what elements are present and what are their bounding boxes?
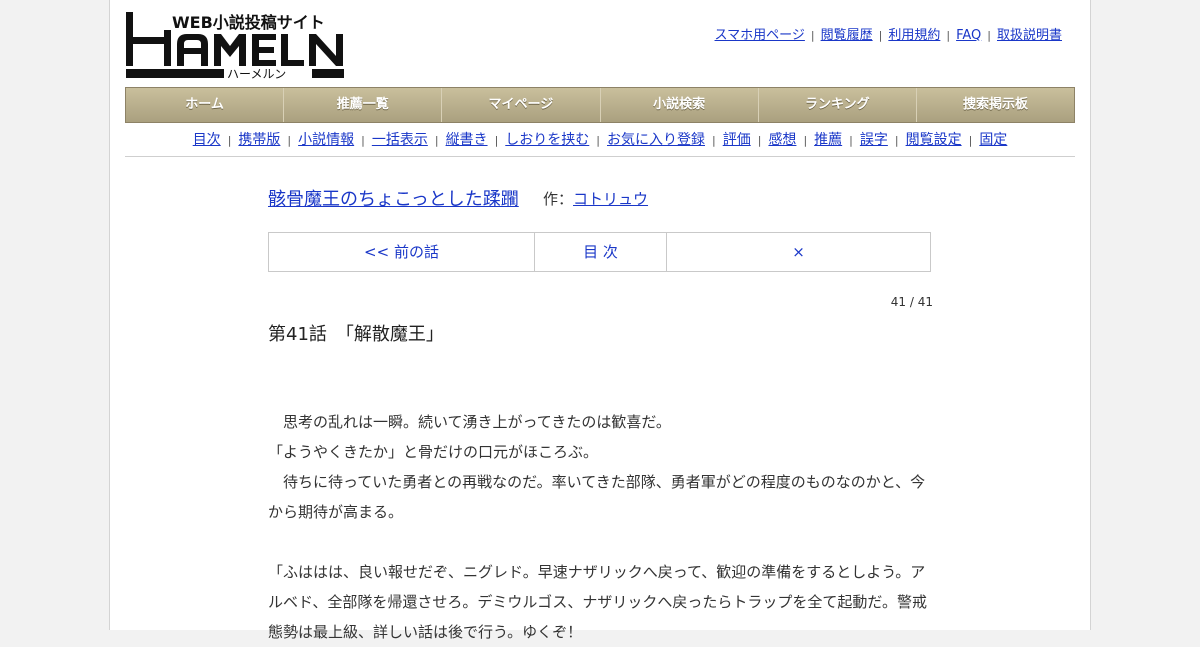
manual-link[interactable]: 取扱説明書 — [997, 28, 1062, 43]
subnav-comment[interactable]: 感想 — [768, 132, 796, 148]
paragraph: 思考の乱れは一瞬。続いて湧き上がってきたのは歓喜だ。 — [268, 413, 671, 431]
subnav-novel-info[interactable]: 小説情報 — [298, 132, 354, 148]
nav-mypage[interactable]: マイページ — [442, 88, 601, 122]
subnav-typo[interactable]: 誤字 — [860, 132, 888, 148]
next-chapter-disabled: × — [792, 243, 805, 261]
subnav-rating[interactable]: 評価 — [723, 132, 751, 148]
subnav-pin[interactable]: 固定 — [979, 132, 1007, 148]
nav-home[interactable]: ホーム — [126, 88, 285, 122]
subnav-vertical[interactable]: 縦書き — [446, 132, 488, 148]
chapter-pager: << 前の話 目 次 × — [268, 232, 931, 272]
nav-novel-search[interactable]: 小説検索 — [601, 88, 759, 122]
subnav-view-settings[interactable]: 閲覧設定 — [906, 132, 962, 148]
subnav-toc[interactable]: 目次 — [193, 132, 221, 148]
history-link[interactable]: 閲覧履歴 — [821, 28, 873, 43]
chapter-count: 41 / 41 — [890, 295, 933, 309]
paragraph: 「ようやくきたか」と骨だけの口元がほころぶ。 — [268, 443, 599, 461]
author-prefix: 作： — [543, 190, 574, 208]
nav-search-board[interactable]: 捜索掲示板 — [917, 88, 1074, 122]
header-links: スマホ用ページ | 閲覧履歴 | 利用規約 | FAQ | 取扱説明書 — [714, 28, 1062, 43]
toc-link[interactable]: 目 次 — [535, 233, 667, 271]
author-link[interactable]: コトリュウ — [573, 190, 648, 208]
author-line: 作：コトリュウ — [543, 188, 648, 209]
subnav-show-all[interactable]: 一括表示 — [372, 132, 428, 148]
logo-kana: ハーメルン — [227, 67, 286, 80]
subnav-mobile[interactable]: 携帯版 — [238, 132, 280, 148]
subnav-favorite[interactable]: お気に入り登録 — [607, 132, 705, 148]
nav-recommendations[interactable]: 推薦一覧 — [284, 88, 443, 122]
main-nav: ホーム 推薦一覧 マイページ 小説検索 ランキング 捜索掲示板 — [125, 87, 1075, 123]
terms-link[interactable]: 利用規約 — [888, 28, 940, 43]
hameln-logo[interactable]: WEB小説投稿サイト ハーメルン — [126, 10, 346, 80]
chapter-title: 第41話 「解散魔王」 — [268, 324, 444, 345]
novel-subnav: 目次 | 携帯版 | 小説情報 | 一括表示 | 縦書き | しおりを挟む | お気に入り登録 | 評価 | 感… — [192, 132, 1008, 148]
subnav-recommend[interactable]: 推薦 — [814, 132, 842, 148]
chapter-body: 思考の乱れは一瞬。続いて湧き上がってきたのは歓喜だ。 「ようやくきたか」と骨だけ… — [268, 407, 932, 647]
logo-tagline: WEB小説投稿サイト — [172, 13, 325, 32]
paragraph: 「ふははは、良い報せだぞ、ニグレド。早速ナザリックへ戻って、歓迎の準備をするとし… — [268, 563, 927, 641]
page-container: WEB小説投稿サイト ハーメルン スマホ用ページ | 閲覧履歴 | 利用規約 | FAQ | 取… — [109, 0, 1091, 641]
prev-chapter-link[interactable]: << 前の話 — [269, 233, 535, 271]
novel-title: 骸骨魔王のちょこっとした蹂躙 — [268, 185, 519, 211]
nav-ranking[interactable]: ランキング — [759, 88, 917, 122]
subnav-bookmark[interactable]: しおりを挟む — [505, 132, 589, 148]
divider — [125, 156, 1075, 157]
faq-link[interactable]: FAQ — [956, 28, 981, 43]
novel-title-link[interactable]: 骸骨魔王のちょこっとした蹂躙 — [268, 189, 519, 210]
paragraph: 待ちに待っていた勇者との再戦なのだ。率いてきた部隊、勇者軍がどの程度のものなのか… — [268, 473, 926, 521]
smartphone-page-link[interactable]: スマホ用ページ — [715, 28, 805, 43]
